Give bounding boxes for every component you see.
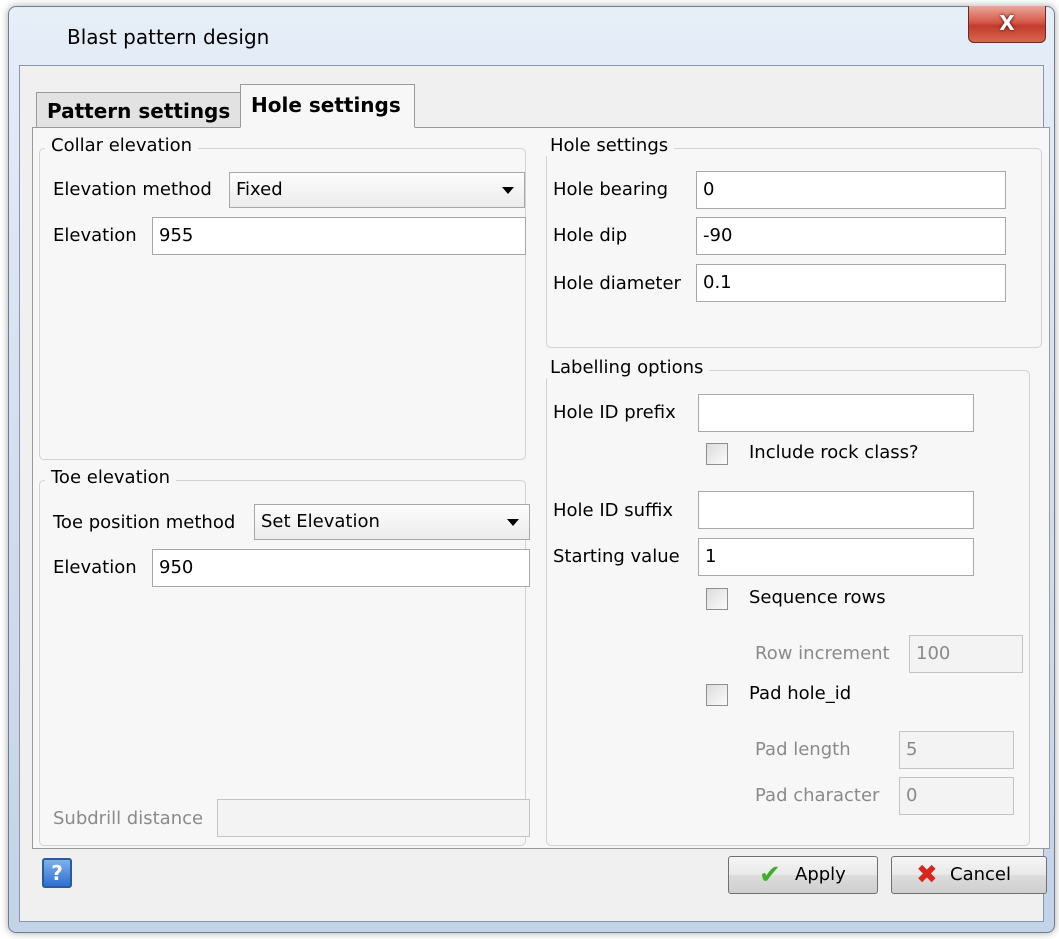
toe-elevation-title: Toe elevation — [45, 467, 177, 488]
toe-elevation-label: Elevation — [53, 557, 137, 578]
close-button[interactable]: X — [968, 6, 1046, 43]
hole-bearing-input[interactable]: 0 — [696, 171, 1006, 209]
apply-label: Apply — [795, 864, 846, 885]
elevation-method-select[interactable]: Fixed — [229, 172, 525, 208]
dialog-window: Blast pattern design X Pattern settings … — [8, 6, 1055, 933]
cancel-button[interactable]: ✖ Cancel — [891, 856, 1047, 894]
toe-position-method-select[interactable]: Set Elevation — [254, 504, 530, 540]
subdrill-distance-label: Subdrill distance — [53, 808, 204, 829]
apply-button[interactable]: ✔ Apply — [728, 856, 878, 894]
sequence-rows-checkbox[interactable] — [706, 588, 728, 610]
cancel-label: Cancel — [950, 864, 1011, 885]
pad-character-label: Pad character — [755, 785, 880, 806]
tab-pattern-settings[interactable]: Pattern settings — [36, 92, 242, 127]
hole-dip-input[interactable]: -90 — [696, 217, 1006, 255]
help-button[interactable]: ? — [42, 858, 72, 888]
pad-length-input[interactable]: 5 — [899, 731, 1014, 769]
labelling-options-title: Labelling options — [544, 357, 710, 378]
tab-hole-settings[interactable]: Hole settings — [240, 84, 415, 128]
include-rock-class-checkbox[interactable] — [706, 443, 728, 465]
title-bar: Blast pattern design X — [9, 6, 1054, 65]
sequence-rows-label: Sequence rows — [749, 587, 886, 608]
hole-settings-panel: Collar elevation Elevation method Fixed … — [32, 127, 1050, 849]
hole-id-suffix-input[interactable] — [698, 491, 974, 529]
toe-position-method-value: Set Elevation — [261, 511, 380, 532]
chevron-down-icon — [507, 519, 519, 526]
subdrill-distance-input[interactable] — [217, 799, 530, 837]
hole-bearing-label: Hole bearing — [553, 179, 669, 200]
checkmark-icon: ✔ — [759, 860, 781, 890]
elevation-method-value: Fixed — [236, 179, 283, 200]
red-x-icon: ✖ — [916, 860, 938, 890]
pad-hole-id-label: Pad hole_id — [749, 683, 852, 704]
dialog-client-area: Pattern settings Hole settings Collar el… — [19, 65, 1050, 922]
pad-length-label: Pad length — [755, 739, 851, 760]
starting-value-label: Starting value — [553, 546, 680, 567]
row-increment-label: Row increment — [755, 643, 890, 664]
starting-value-input[interactable]: 1 — [698, 538, 974, 576]
hole-id-suffix-label: Hole ID suffix — [553, 500, 674, 521]
pad-hole-id-checkbox[interactable] — [706, 684, 728, 706]
collar-elevation-input[interactable]: 955 — [152, 217, 526, 255]
toe-elevation-input[interactable]: 950 — [152, 549, 530, 587]
toe-position-method-label: Toe position method — [53, 512, 236, 533]
chevron-down-icon — [502, 187, 514, 194]
hole-settings-group-title: Hole settings — [544, 135, 675, 156]
pad-character-input[interactable]: 0 — [899, 777, 1014, 815]
collar-elevation-title: Collar elevation — [45, 135, 199, 156]
window-title: Blast pattern design — [67, 25, 270, 49]
hole-diameter-input[interactable]: 0.1 — [696, 264, 1006, 302]
hole-id-prefix-label: Hole ID prefix — [553, 402, 676, 423]
elevation-method-label: Elevation method — [53, 179, 212, 200]
include-rock-class-label: Include rock class? — [749, 442, 919, 463]
hole-id-prefix-input[interactable] — [698, 394, 974, 432]
row-increment-input[interactable]: 100 — [909, 635, 1023, 673]
hole-diameter-label: Hole diameter — [553, 273, 681, 294]
hole-dip-label: Hole dip — [553, 225, 628, 246]
collar-elevation-label: Elevation — [53, 225, 137, 246]
